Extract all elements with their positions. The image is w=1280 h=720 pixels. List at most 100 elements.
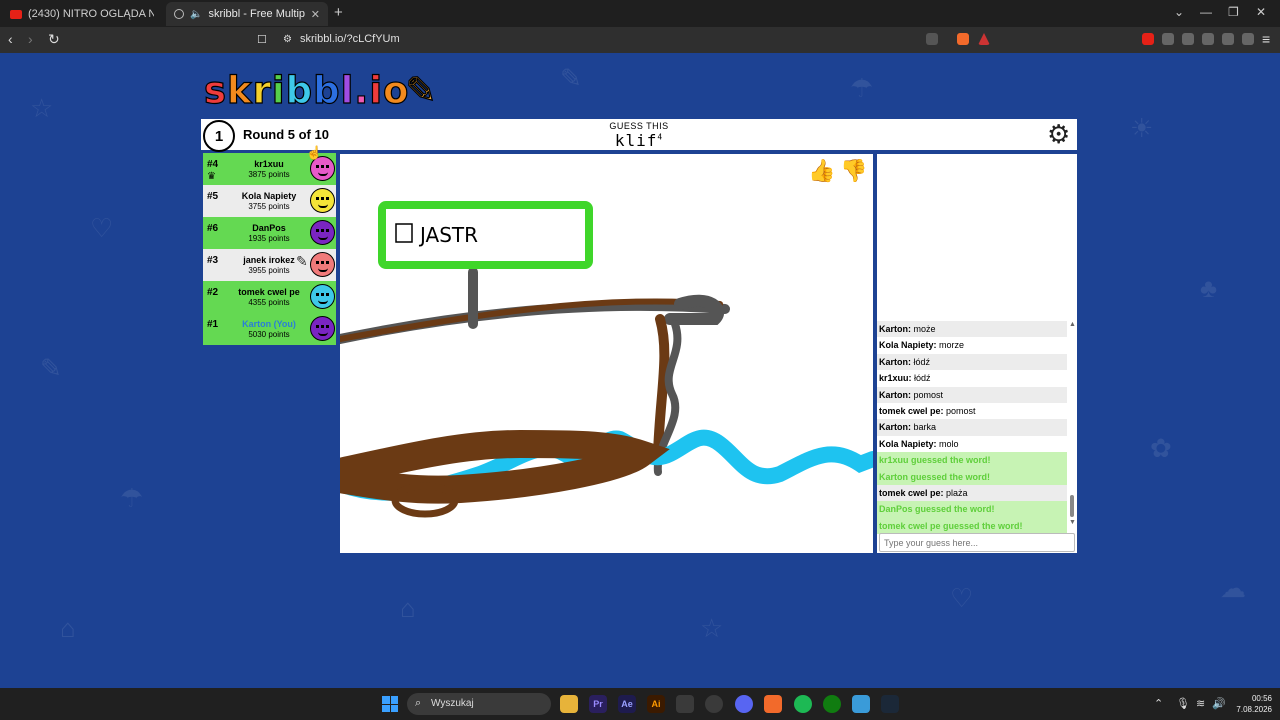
background-doodle: ☆	[30, 93, 54, 123]
background-doodle: ✎	[40, 353, 62, 383]
minimize-button[interactable]: —	[1200, 5, 1212, 19]
tab-skribbl[interactable]: 🔈 skribbl - Free Multiplayer Dra ✕	[166, 2, 328, 26]
youtube-extension-icon[interactable]	[1142, 33, 1154, 45]
bookmark-icon[interactable]: ☐	[257, 33, 267, 46]
player-row[interactable]: #2 tomek cwel pe 4355 points	[203, 281, 336, 313]
crown-icon: ♛	[207, 171, 216, 182]
after-effects-icon[interactable]: Ae	[618, 695, 636, 713]
tab-title: (2430) NITRO OGLĄDA NAJLEPSZE M	[28, 8, 154, 20]
avatar	[310, 284, 335, 309]
illustrator-icon[interactable]: Ai	[647, 695, 665, 713]
maximize-button[interactable]: ❐	[1228, 5, 1239, 19]
chat-scrollbar[interactable]: ▲ ▼	[1069, 321, 1076, 529]
xbox-icon[interactable]	[823, 695, 841, 713]
taskbar-search[interactable]: ⌕ Wyszukaj	[407, 693, 551, 715]
taskbar: ⌕ Wyszukaj Pr Ae Ai ⌃ 🎙 ≋ 🔊 00:56 7.08.2…	[0, 688, 1280, 720]
player-list: #4 ♛ kr1xuu 3875 points ☝ #5 Kola Napiet…	[203, 145, 336, 345]
clock-time: 00:56	[1251, 694, 1272, 703]
skribbl-favicon-icon	[174, 9, 184, 19]
url-input[interactable]: skribbl.io/?cLCfYUm	[300, 33, 400, 45]
app-icon[interactable]	[676, 695, 694, 713]
wallet-icon[interactable]	[1202, 33, 1214, 45]
chat-panel: Karton: może Kola Napiety: morze Karton:…	[877, 154, 1077, 553]
guess-input[interactable]	[879, 533, 1075, 552]
extensions-icon[interactable]	[1162, 33, 1174, 45]
avatar	[310, 316, 335, 341]
player-row[interactable]: #4 ♛ kr1xuu 3875 points ☝	[203, 145, 336, 185]
chat-message: Karton: pomost	[877, 386, 1067, 403]
tray-chevron-icon[interactable]: ⌃	[1154, 697, 1163, 710]
player-row[interactable]: #6 DanPos 1935 points	[203, 217, 336, 249]
tab-youtube[interactable]: (2430) NITRO OGLĄDA NAJLEPSZE M	[2, 2, 162, 26]
player-row[interactable]: #1 Karton (You) 5030 points	[203, 313, 336, 345]
player-name: kr1xuu	[254, 159, 284, 169]
obs-icon[interactable]	[705, 695, 723, 713]
back-icon[interactable]: ‹	[8, 31, 13, 47]
settings-gear-icon[interactable]: ⚙	[1047, 121, 1070, 147]
background-doodle: ⌂	[60, 613, 76, 643]
player-rank: #3	[207, 255, 219, 266]
player-name: Kola Napiety	[241, 191, 297, 201]
player-points: 4355 points	[248, 298, 290, 307]
player-points: 1935 points	[248, 234, 290, 243]
chat-correct-guess: kr1xuu guessed the word!	[877, 452, 1067, 469]
drawing-svg: JASTR	[326, 201, 881, 518]
background-doodle: ☂	[850, 73, 874, 103]
player-points: 5030 points	[248, 330, 290, 339]
new-tab-button[interactable]: +	[334, 4, 343, 21]
scroll-up-icon[interactable]: ▲	[1069, 321, 1076, 328]
microphone-icon[interactable]: 🎙	[1176, 697, 1190, 710]
volume-icon[interactable]: 🔊	[1212, 697, 1226, 710]
vpn-icon[interactable]	[1242, 33, 1254, 45]
chat-correct-guess: tomek cwel pe guessed the word!	[877, 517, 1067, 535]
chat-message: Kola Napiety: morze	[879, 340, 965, 351]
sidebar-icon[interactable]	[1182, 33, 1194, 45]
tab-list-chevron-icon[interactable]: ⌄	[1174, 5, 1184, 19]
leo-ai-icon[interactable]	[1222, 33, 1234, 45]
player-row[interactable]: #5 Kola Napiety 3755 points	[203, 185, 336, 217]
chat-message: Karton: barka	[877, 419, 1067, 436]
drawing-canvas[interactable]: JASTR 👍 👎	[326, 154, 881, 553]
scroll-thumb[interactable]	[1070, 495, 1074, 517]
premiere-icon[interactable]: Pr	[589, 695, 607, 713]
scroll-down-icon[interactable]: ▼	[1069, 519, 1076, 526]
brave-shields-icon[interactable]	[957, 33, 969, 45]
wifi-icon[interactable]: ≋	[1196, 697, 1205, 710]
spotify-icon[interactable]	[794, 695, 812, 713]
guess-word: klif4	[201, 131, 1077, 150]
cursor-hand-icon: ☝	[306, 145, 323, 160]
translate-icon[interactable]	[926, 33, 938, 45]
tab-title: skribbl - Free Multiplayer Dra	[208, 8, 305, 20]
close-window-button[interactable]: ✕	[1256, 5, 1266, 19]
brave-icon[interactable]	[764, 695, 782, 713]
guess-label: GUESS THIS	[609, 121, 669, 131]
forward-icon[interactable]: ›	[28, 31, 33, 47]
taskbar-clock[interactable]: 00:56 7.08.2026	[1228, 693, 1272, 715]
player-rank: #2	[207, 287, 219, 298]
discord-icon[interactable]	[735, 695, 753, 713]
word-length: 4	[657, 132, 664, 142]
chat-correct-guess: DanPos guessed the word!	[877, 501, 1067, 518]
address-bar: ‹ › ↻ ☐ ⚙ skribbl.io/?cLCfYUm ≡	[0, 27, 1280, 53]
background-doodle: ☆	[700, 613, 724, 643]
player-name: tomek cwel pe	[238, 287, 300, 297]
file-explorer-icon[interactable]	[560, 695, 578, 713]
site-info-icon[interactable]: ⚙	[283, 34, 292, 45]
reload-icon[interactable]: ↻	[48, 31, 60, 48]
brave-rewards-icon[interactable]	[978, 33, 990, 45]
background-doodle: ♣	[1200, 273, 1218, 303]
search-icon: ⌕	[415, 697, 422, 709]
thumbs-down-icon[interactable]: 👎	[840, 158, 867, 184]
app-icon[interactable]	[852, 695, 870, 713]
sign-text: JASTR	[418, 223, 478, 247]
close-tab-icon[interactable]: ✕	[311, 8, 320, 21]
steam-icon[interactable]	[881, 695, 899, 713]
windows-start-icon[interactable]	[382, 696, 398, 712]
menu-icon[interactable]: ≡	[1262, 31, 1270, 47]
player-rank: #5	[207, 191, 219, 202]
player-points: 3755 points	[248, 202, 290, 211]
player-row[interactable]: #3 janek irokez 3955 points ✎	[203, 249, 336, 281]
thumbs-up-icon[interactable]: 👍	[808, 158, 835, 184]
player-name: Karton (You)	[242, 319, 296, 329]
player-rank: #1	[207, 319, 219, 330]
